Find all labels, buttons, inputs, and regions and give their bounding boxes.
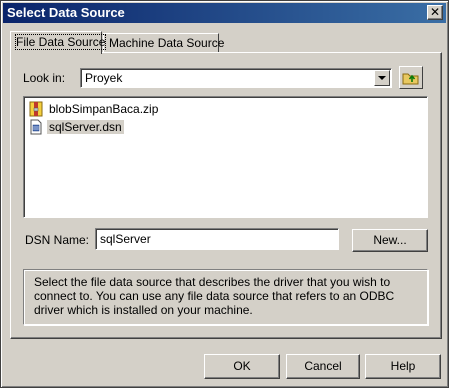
dsn-name-label: DSN Name: xyxy=(25,233,90,247)
list-item[interactable]: sqlServer.dsn xyxy=(28,118,124,136)
up-one-level-button[interactable] xyxy=(399,66,423,89)
dsn-name-input[interactable]: sqlServer xyxy=(95,228,339,250)
dropdown-arrow[interactable] xyxy=(374,70,390,86)
file-name: blobSimpanBaca.zip xyxy=(49,102,159,116)
file-name: sqlServer.dsn xyxy=(47,120,124,134)
select-data-source-dialog: Select Data Source ✕ File Data Source Ma… xyxy=(0,0,449,388)
cancel-button[interactable]: Cancel xyxy=(286,354,360,379)
look-in-dropdown[interactable]: Proyek xyxy=(80,68,392,88)
tab-machine-data-source[interactable]: Machine Data Source xyxy=(103,33,224,53)
help-button[interactable]: Help xyxy=(365,354,441,379)
new-button[interactable]: New... xyxy=(352,229,428,252)
title-bar: Select Data Source ✕ xyxy=(3,3,446,23)
dialog-title: Select Data Source xyxy=(7,5,125,20)
list-item[interactable]: blobSimpanBaca.zip xyxy=(28,100,160,118)
tab-label: Machine Data Source xyxy=(109,36,225,50)
tab-file-data-source[interactable]: File Data Source xyxy=(10,31,107,54)
chevron-down-icon xyxy=(378,76,386,80)
file-list[interactable]: blobSimpanBaca.zip sqlServer.dsn xyxy=(23,96,428,218)
zip-file-icon xyxy=(29,101,43,117)
look-in-label: Look in: xyxy=(23,71,66,85)
ok-button[interactable]: OK xyxy=(204,354,280,379)
description-text: Select the file data source that describ… xyxy=(34,275,395,317)
close-button[interactable]: ✕ xyxy=(427,5,443,20)
folder-up-icon xyxy=(402,73,419,84)
tab-label: File Data Source xyxy=(14,34,107,50)
dsn-file-icon xyxy=(30,119,42,135)
look-in-value: Proyek xyxy=(85,71,123,85)
close-icon: ✕ xyxy=(429,5,441,19)
description-box: Select the file data source that describ… xyxy=(23,269,428,325)
